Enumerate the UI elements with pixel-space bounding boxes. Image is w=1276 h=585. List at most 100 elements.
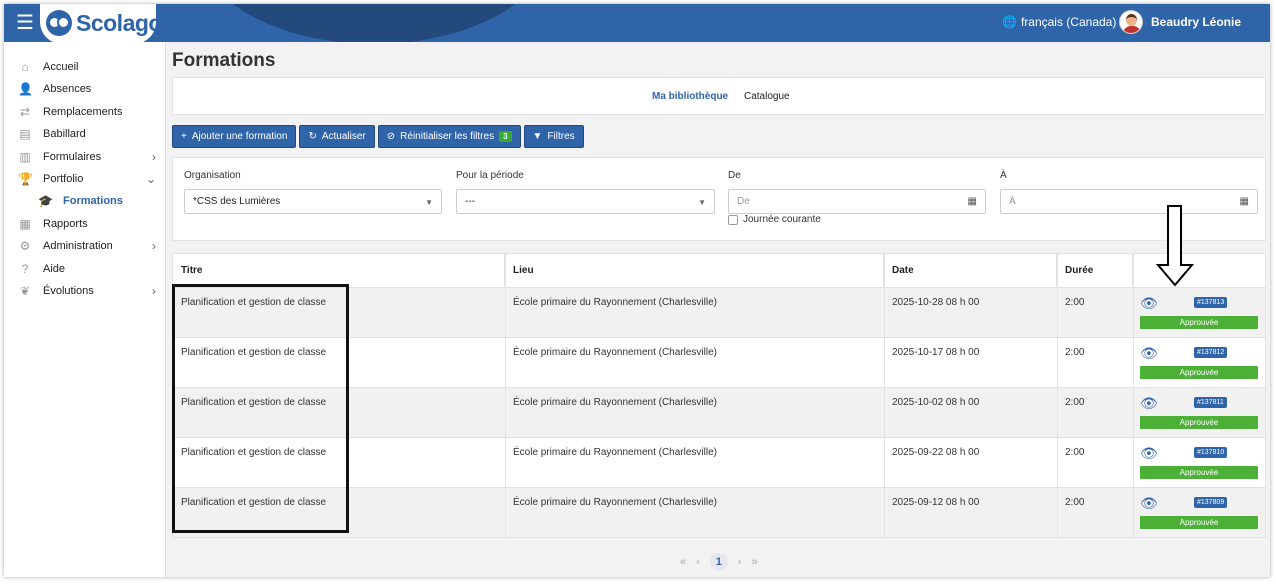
header-decoration bbox=[194, 4, 554, 42]
status-badge: Approuvée bbox=[1140, 366, 1258, 379]
column-divider bbox=[1133, 254, 1134, 537]
status-badge: Approuvée bbox=[1140, 516, 1258, 529]
next-page-icon[interactable]: › bbox=[738, 556, 742, 568]
to-date-input[interactable]: À ▦ bbox=[1000, 189, 1258, 214]
sidebar-item-portfolio[interactable]: 🏆 Portfolio ⌄ bbox=[4, 168, 166, 190]
column-header-date[interactable]: Date bbox=[884, 254, 1057, 287]
owl-logo-icon bbox=[46, 10, 72, 36]
language-label: français (Canada) bbox=[1020, 15, 1117, 29]
first-page-icon[interactable]: « bbox=[680, 556, 686, 568]
from-label: De bbox=[728, 170, 741, 181]
toolbar: + Ajouter une formation ↻ Actualiser ⊘ R… bbox=[172, 125, 584, 148]
sidebar-item-absences[interactable]: 👤 Absences bbox=[4, 78, 166, 100]
status-badge: Approuvée bbox=[1140, 466, 1258, 479]
reference-badge[interactable]: #137811 bbox=[1194, 397, 1227, 408]
sidebar: ⌂ Accueil 👤 Absences ⇄ Remplacements ▤ B… bbox=[4, 42, 166, 577]
app-name: Scolago bbox=[76, 10, 162, 36]
chevron-down-icon: ⌄ bbox=[145, 172, 156, 186]
evolution-icon: ❦ bbox=[19, 284, 31, 298]
user-menu[interactable]: Beaudry Léonie bbox=[1119, 10, 1241, 34]
filter-panel: Organisation *CSS des Lumières ▼ Pour la… bbox=[172, 157, 1266, 241]
refresh-icon: ↻ bbox=[308, 131, 317, 142]
reference-badge[interactable]: #137812 bbox=[1194, 347, 1228, 358]
column-header-actions bbox=[1133, 254, 1265, 287]
report-icon: ▦ bbox=[19, 217, 31, 231]
chevron-right-icon: › bbox=[152, 284, 156, 298]
view-eye-icon[interactable]: 👁 bbox=[1140, 345, 1158, 362]
filters-button[interactable]: ▼ Filtres bbox=[523, 125, 584, 148]
sidebar-item-aide[interactable]: ? Aide bbox=[4, 258, 166, 280]
view-eye-icon[interactable]: 👁 bbox=[1140, 445, 1158, 462]
language-selector[interactable]: 🌐 français (Canada) bbox=[1002, 15, 1116, 29]
sidebar-item-formulaires[interactable]: ▥ Formulaires › bbox=[4, 146, 166, 168]
logo[interactable]: Scolago bbox=[40, 4, 162, 42]
view-eye-icon[interactable]: 👁 bbox=[1140, 395, 1158, 412]
board-icon: ▤ bbox=[19, 127, 31, 141]
user-absence-icon: 👤 bbox=[18, 82, 33, 96]
reference-badge[interactable]: #137809 bbox=[1194, 497, 1228, 508]
tab-ma-bibliotheque[interactable]: Ma bibliothèque bbox=[652, 91, 728, 102]
graduation-cap-icon: 🎓 bbox=[38, 194, 53, 208]
user-name: Beaudry Léonie bbox=[1151, 15, 1242, 29]
column-header-duree[interactable]: Durée bbox=[1057, 254, 1133, 287]
caret-down-icon: ▼ bbox=[698, 198, 706, 207]
reference-badge[interactable]: #137813 bbox=[1194, 297, 1228, 308]
sidebar-item-accueil[interactable]: ⌂ Accueil bbox=[4, 56, 166, 78]
calendar-icon: ▦ bbox=[1239, 196, 1249, 207]
page-number-current[interactable]: 1 bbox=[709, 553, 728, 571]
avatar bbox=[1119, 10, 1143, 34]
gear-icon: ⚙ bbox=[19, 239, 31, 253]
sidebar-item-rapports[interactable]: ▦ Rapports bbox=[4, 213, 166, 235]
status-badge: Approuvée bbox=[1140, 416, 1258, 429]
hamburger-menu-icon[interactable]: ☰ bbox=[14, 12, 36, 34]
sidebar-item-administration[interactable]: ⚙ Administration › bbox=[4, 235, 166, 257]
column-header-titre[interactable]: Titre bbox=[173, 254, 505, 287]
pagination: « ‹ 1 › » bbox=[680, 553, 758, 571]
filter-count-badge: 3 bbox=[499, 131, 512, 142]
prev-page-icon[interactable]: ‹ bbox=[696, 556, 700, 568]
checkbox[interactable] bbox=[728, 214, 738, 225]
column-divider bbox=[505, 254, 506, 537]
filter-reset-icon: ⊘ bbox=[386, 131, 396, 142]
chevron-right-icon: › bbox=[152, 150, 156, 164]
replacement-icon: ⇄ bbox=[19, 105, 31, 119]
sidebar-item-babillard[interactable]: ▤ Babillard bbox=[4, 123, 166, 145]
view-eye-icon[interactable]: 👁 bbox=[1140, 295, 1158, 312]
sidebar-item-remplacements[interactable]: ⇄ Remplacements bbox=[4, 101, 166, 123]
period-label: Pour la période bbox=[456, 170, 524, 181]
current-day-checkbox[interactable]: Journée courante bbox=[728, 214, 821, 225]
top-bar: ☰ Scolago 🌐 français (Canada) Beaudry Lé… bbox=[4, 4, 1270, 42]
view-eye-icon[interactable]: 👁 bbox=[1140, 495, 1158, 512]
sidebar-item-evolutions[interactable]: ❦ Évolutions › bbox=[4, 280, 166, 302]
page-title: Formations bbox=[172, 50, 276, 71]
annotation-highlight-box bbox=[172, 284, 349, 533]
home-icon: ⌂ bbox=[21, 60, 29, 74]
caret-down-icon: ▼ bbox=[425, 198, 433, 207]
filter-icon: ▼ bbox=[532, 131, 543, 142]
column-divider bbox=[884, 254, 885, 537]
plus-icon: + bbox=[181, 131, 187, 142]
trophy-icon: 🏆 bbox=[18, 172, 33, 186]
globe-icon: 🌐 bbox=[1002, 15, 1017, 29]
help-icon: ? bbox=[21, 262, 29, 276]
to-label: À bbox=[1000, 170, 1007, 181]
refresh-button[interactable]: ↻ Actualiser bbox=[299, 125, 375, 148]
tab-catalogue[interactable]: Catalogue bbox=[744, 91, 790, 102]
reset-filters-button[interactable]: ⊘ Réinitialiser les filtres 3 bbox=[377, 125, 521, 148]
column-divider bbox=[1057, 254, 1058, 537]
view-tabs: Ma bibliothèque Catalogue bbox=[172, 77, 1266, 115]
form-icon: ▥ bbox=[19, 150, 31, 164]
status-badge: Approuvée bbox=[1140, 316, 1258, 329]
column-header-lieu[interactable]: Lieu bbox=[505, 254, 884, 287]
organisation-label: Organisation bbox=[184, 170, 241, 181]
last-page-icon[interactable]: » bbox=[751, 556, 757, 568]
period-select[interactable]: --- ▼ bbox=[456, 189, 715, 214]
sidebar-item-formations[interactable]: 🎓 Formations bbox=[4, 190, 166, 212]
from-date-input[interactable]: De ▦ bbox=[728, 189, 986, 214]
calendar-icon: ▦ bbox=[967, 196, 977, 207]
annotation-down-arrow-icon bbox=[1155, 205, 1195, 287]
organisation-select[interactable]: *CSS des Lumières ▼ bbox=[184, 189, 442, 214]
reference-badge[interactable]: #137810 bbox=[1194, 447, 1228, 458]
chevron-right-icon: › bbox=[152, 239, 156, 253]
add-training-button[interactable]: + Ajouter une formation bbox=[172, 125, 297, 148]
